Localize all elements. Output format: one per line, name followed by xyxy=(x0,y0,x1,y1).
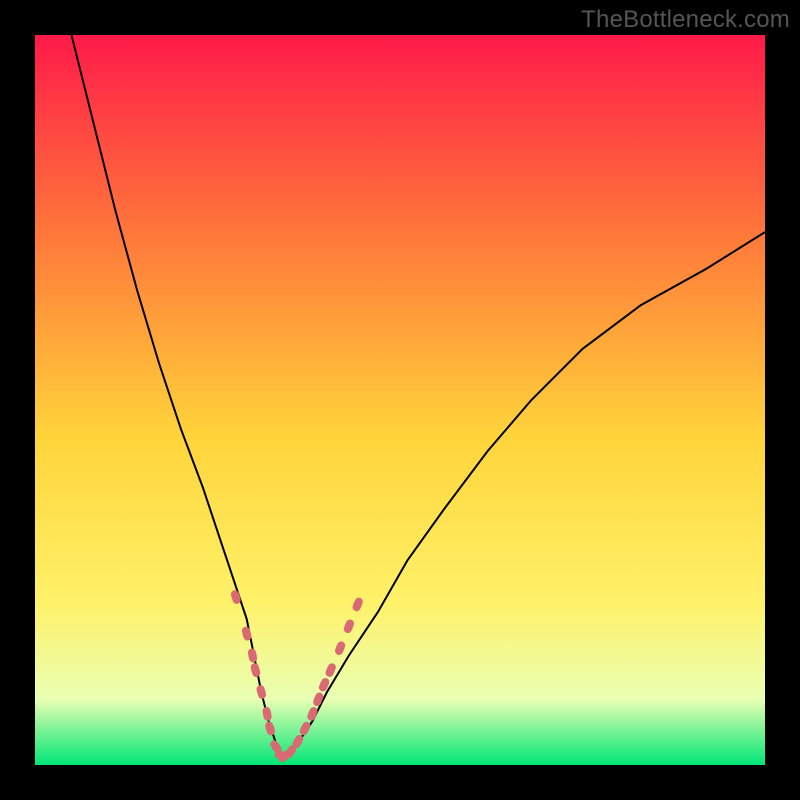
curve-marker-dot xyxy=(286,748,294,756)
plot-area xyxy=(35,35,765,765)
curve-marker-dot xyxy=(263,710,271,718)
curve-marker-dot xyxy=(272,743,280,751)
curve-marker-dot xyxy=(336,644,344,652)
watermark-text: TheBottleneck.com xyxy=(581,6,790,34)
bottleneck-chart xyxy=(35,35,765,765)
gradient-background xyxy=(35,35,765,765)
curve-marker-dot xyxy=(301,724,309,732)
curve-marker-dot xyxy=(232,593,240,601)
curve-marker-dot xyxy=(248,651,256,659)
curve-marker-dot xyxy=(314,695,322,703)
curve-marker-dot xyxy=(308,710,316,718)
curve-marker-dot xyxy=(320,681,328,689)
curve-marker-dot xyxy=(294,737,302,745)
curve-marker-dot xyxy=(257,688,265,696)
curve-marker-dot xyxy=(327,666,335,674)
curve-marker-dot xyxy=(354,600,362,608)
curve-marker-dot xyxy=(266,724,274,732)
curve-marker-dot xyxy=(243,629,251,637)
curve-marker-dot xyxy=(345,622,353,630)
chart-frame: TheBottleneck.com xyxy=(0,0,800,800)
curve-marker-dot xyxy=(251,666,259,674)
